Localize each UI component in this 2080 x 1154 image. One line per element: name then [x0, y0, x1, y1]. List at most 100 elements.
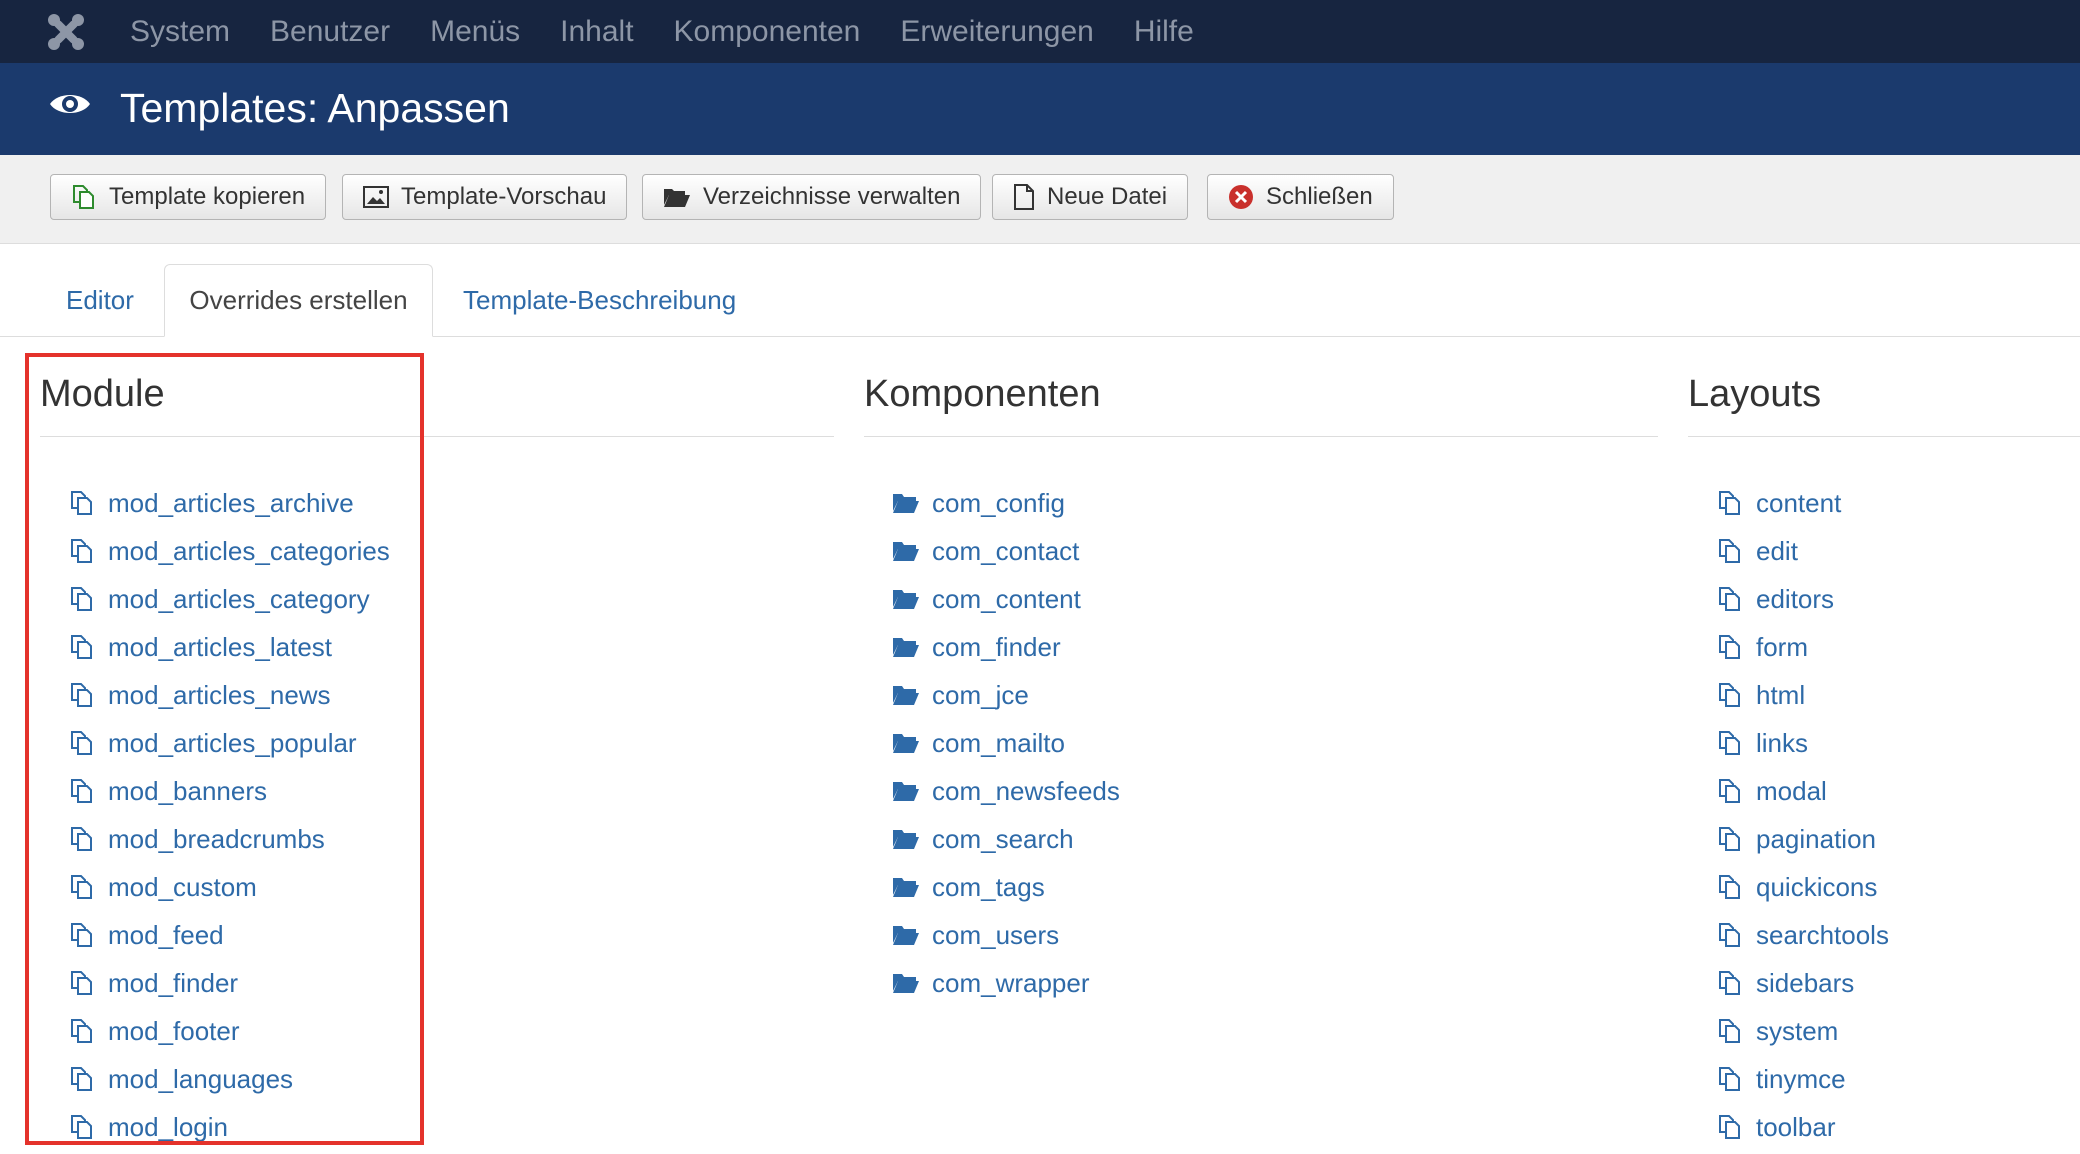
folder-icon [892, 729, 920, 757]
list-item[interactable]: tinymce [1716, 1055, 1889, 1103]
list-item-label: sidebars [1756, 967, 1855, 998]
copy-icon [1716, 1113, 1744, 1141]
close-circle-icon [1228, 184, 1254, 210]
file-icon [1013, 184, 1035, 210]
copy-icon [68, 537, 96, 565]
close-label: Schließen [1266, 183, 1373, 210]
manage-folders-label: Verzeichnisse verwalten [703, 183, 961, 210]
list-item[interactable]: com_mailto [892, 719, 1120, 767]
list-item[interactable]: quickicons [1716, 863, 1889, 911]
joomla-logo-icon[interactable] [45, 11, 87, 53]
top-navbar: System Benutzer Menüs Inhalt Komponenten… [0, 0, 2080, 63]
list-item[interactable]: mod_login [68, 1103, 390, 1151]
list-item[interactable]: mod_articles_latest [68, 623, 390, 671]
list-item[interactable]: mod_articles_categories [68, 527, 390, 575]
list-item[interactable]: com_tags [892, 863, 1120, 911]
manage-folders-button[interactable]: Verzeichnisse verwalten [642, 174, 982, 220]
list-item-label: mod_login [108, 1111, 228, 1142]
tab-overrides[interactable]: Overrides erstellen [164, 264, 433, 337]
list-item-label: modal [1756, 775, 1827, 806]
list-item[interactable]: mod_languages [68, 1055, 390, 1103]
list-item[interactable]: links [1716, 719, 1889, 767]
close-button[interactable]: Schließen [1207, 174, 1394, 220]
list-item[interactable]: com_content [892, 575, 1120, 623]
list-item[interactable]: com_jce [892, 671, 1120, 719]
components-heading: Komponenten [864, 373, 1101, 415]
new-file-button[interactable]: Neue Datei [992, 174, 1189, 220]
list-item-label: com_wrapper [932, 967, 1090, 998]
tab-template-description[interactable]: Template-Beschreibung [463, 264, 736, 336]
list-item[interactable]: html [1716, 671, 1889, 719]
list-item-label: mod_articles_popular [108, 727, 357, 758]
menu-komponenten[interactable]: Komponenten [674, 15, 861, 49]
list-item[interactable]: mod_articles_archive [68, 479, 390, 527]
eye-icon [50, 95, 90, 113]
list-item-label: tinymce [1756, 1063, 1846, 1094]
list-item[interactable]: com_wrapper [892, 959, 1120, 1007]
list-item-label: com_newsfeeds [932, 775, 1120, 806]
copy-icon [1716, 681, 1744, 709]
list-item[interactable]: com_search [892, 815, 1120, 863]
list-item-label: html [1756, 679, 1806, 710]
list-item-label: com_finder [932, 631, 1061, 662]
list-item-label: mod_feed [108, 919, 224, 950]
list-item-label: pagination [1756, 823, 1876, 854]
list-item-label: com_config [932, 487, 1065, 518]
layouts-heading: Layouts [1688, 373, 1822, 415]
list-item[interactable]: com_newsfeeds [892, 767, 1120, 815]
list-item-label: system [1756, 1015, 1839, 1046]
list-item-label: mod_languages [108, 1063, 294, 1094]
list-item[interactable]: content [1716, 479, 1889, 527]
folder-icon [892, 969, 920, 997]
menu-inhalt[interactable]: Inhalt [560, 15, 633, 49]
copy-icon [1716, 729, 1744, 757]
list-item[interactable]: com_contact [892, 527, 1120, 575]
list-item[interactable]: mod_articles_category [68, 575, 390, 623]
modules-list: mod_articles_archive mod_articles_categor… [68, 479, 390, 1151]
list-item[interactable]: com_finder [892, 623, 1120, 671]
menu-benutzer[interactable]: Benutzer [270, 15, 390, 49]
list-item[interactable]: toolbar [1716, 1103, 1889, 1151]
list-item[interactable]: form [1716, 623, 1889, 671]
list-item[interactable]: mod_breadcrumbs [68, 815, 390, 863]
menu-system[interactable]: System [130, 15, 230, 49]
list-item[interactable]: mod_footer [68, 1007, 390, 1055]
layouts-divider [1688, 436, 2080, 437]
template-preview-label: Template-Vorschau [401, 183, 607, 210]
menu-hilfe[interactable]: Hilfe [1134, 15, 1194, 49]
copy-icon [1716, 633, 1744, 661]
list-item[interactable]: mod_custom [68, 863, 390, 911]
list-item[interactable]: editors [1716, 575, 1889, 623]
list-item[interactable]: pagination [1716, 815, 1889, 863]
list-item-label: mod_custom [108, 871, 257, 902]
list-item-label: com_contact [932, 535, 1080, 566]
list-item-label: com_users [932, 919, 1060, 950]
list-item[interactable]: mod_finder [68, 959, 390, 1007]
list-item-label: mod_articles_news [108, 679, 331, 710]
list-item[interactable]: sidebars [1716, 959, 1889, 1007]
list-item[interactable]: system [1716, 1007, 1889, 1055]
list-item-label: quickicons [1756, 871, 1878, 902]
copy-icon [68, 825, 96, 853]
list-item[interactable]: edit [1716, 527, 1889, 575]
template-preview-button[interactable]: Template-Vorschau [342, 174, 628, 220]
list-item-label: com_jce [932, 679, 1029, 710]
menu-menues[interactable]: Menüs [430, 15, 520, 49]
list-item-label: mod_footer [108, 1015, 240, 1046]
list-item[interactable]: searchtools [1716, 911, 1889, 959]
menu-erweiterungen[interactable]: Erweiterungen [900, 15, 1093, 49]
copy-template-button[interactable]: Template kopieren [50, 174, 327, 220]
list-item[interactable]: mod_banners [68, 767, 390, 815]
list-item[interactable]: com_users [892, 911, 1120, 959]
list-item[interactable]: com_config [892, 479, 1120, 527]
list-item-label: com_mailto [932, 727, 1065, 758]
list-item-label: com_tags [932, 871, 1045, 902]
list-item[interactable]: modal [1716, 767, 1889, 815]
copy-icon [68, 873, 96, 901]
list-item-label: edit [1756, 535, 1798, 566]
tab-editor[interactable]: Editor [66, 264, 134, 336]
list-item[interactable]: mod_articles_popular [68, 719, 390, 767]
modules-divider [40, 436, 834, 437]
list-item[interactable]: mod_feed [68, 911, 390, 959]
list-item[interactable]: mod_articles_news [68, 671, 390, 719]
